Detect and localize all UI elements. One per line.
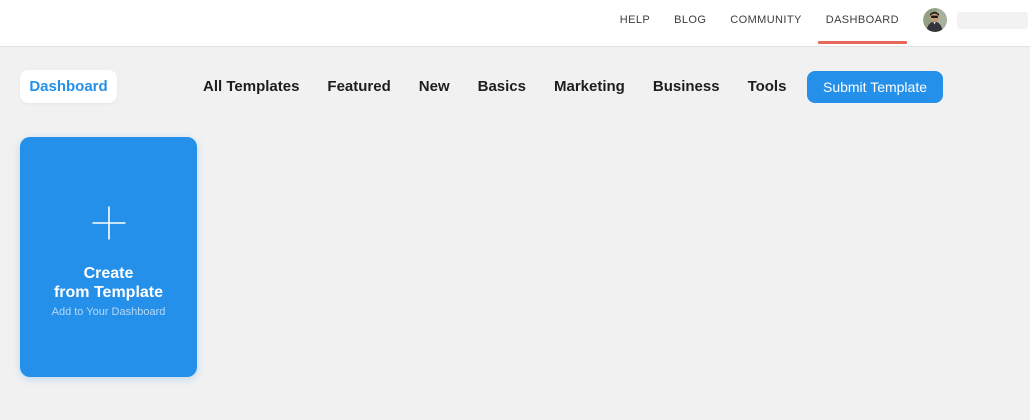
create-card-title-line2: from Template — [54, 283, 163, 302]
create-card-title: Create from Template — [54, 264, 163, 302]
tab-all-templates[interactable]: All Templates — [203, 78, 299, 95]
category-tabs: All Templates Featured New Basics Market… — [203, 78, 786, 95]
tab-new[interactable]: New — [419, 78, 450, 95]
user-avatar[interactable] — [923, 8, 947, 32]
active-tab-underline — [818, 41, 907, 44]
username-redacted[interactable] — [957, 12, 1028, 29]
topnav-help[interactable]: HELP — [620, 14, 650, 26]
topnav-dashboard-label: DASHBOARD — [826, 14, 899, 26]
topnav-dashboard[interactable]: DASHBOARD — [826, 14, 899, 26]
template-toolbar: Dashboard All Templates Featured New Bas… — [20, 70, 1030, 103]
top-bar: HELP BLOG COMMUNITY DASHBOARD — [0, 0, 1030, 47]
plus-icon — [92, 206, 126, 240]
tab-featured[interactable]: Featured — [327, 78, 390, 95]
create-card-title-line1: Create — [54, 264, 163, 283]
tab-basics[interactable]: Basics — [478, 78, 526, 95]
tab-business[interactable]: Business — [653, 78, 720, 95]
create-card-subtitle: Add to Your Dashboard — [52, 306, 166, 318]
create-from-template-card[interactable]: Create from Template Add to Your Dashboa… — [20, 137, 197, 377]
user-photo-icon — [923, 8, 947, 32]
dashboard-pill[interactable]: Dashboard — [20, 70, 117, 103]
tab-tools[interactable]: Tools — [748, 78, 787, 95]
topnav-blog[interactable]: BLOG — [674, 14, 706, 26]
tab-marketing[interactable]: Marketing — [554, 78, 625, 95]
submit-template-button[interactable]: Submit Template — [807, 71, 943, 103]
topnav-community[interactable]: COMMUNITY — [730, 14, 801, 26]
